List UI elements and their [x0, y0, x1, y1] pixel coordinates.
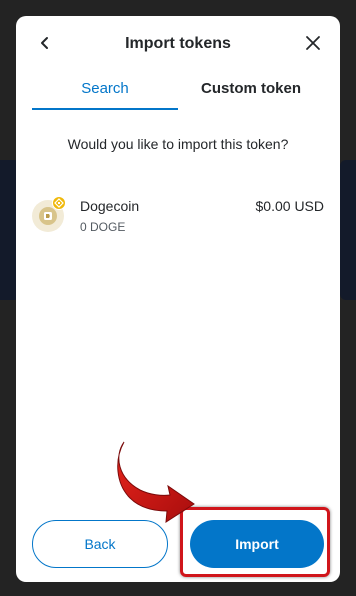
dialog-header: Import tokens	[16, 16, 340, 72]
tab-bar: Search Custom token	[32, 72, 324, 110]
dialog-title: Import tokens	[125, 35, 231, 52]
token-list-item: Dogecoin 0 DOGE $0.00 USD	[32, 194, 324, 238]
bnb-chain-badge-icon	[52, 196, 66, 210]
token-amount: 0 DOGE	[80, 220, 126, 234]
tab-search[interactable]: Search	[32, 72, 178, 110]
import-question: Would you like to import this token?	[67, 136, 289, 152]
close-icon[interactable]	[302, 32, 324, 54]
pointer-arrow-icon	[117, 441, 195, 523]
token-name: Dogecoin	[80, 198, 140, 214]
background-card	[340, 160, 356, 300]
highlight-box	[180, 507, 330, 577]
tab-custom-token[interactable]: Custom token	[178, 72, 324, 110]
token-fiat-value: $0.00 USD	[255, 198, 324, 214]
